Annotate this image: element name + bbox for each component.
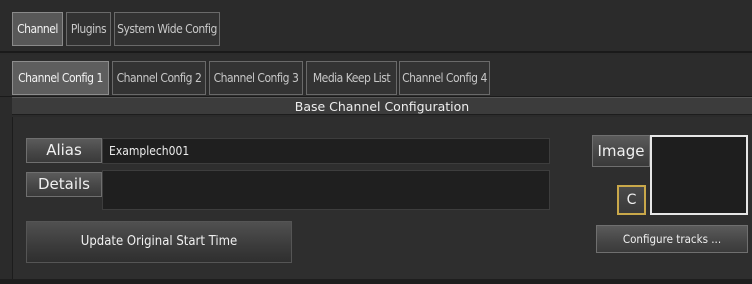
image-button[interactable]: Image [592, 135, 650, 167]
section-header: Base Channel Configuration [12, 97, 752, 115]
details-button[interactable]: Details [26, 172, 102, 197]
subtab-media-keep-list[interactable]: Media Keep List [306, 61, 397, 95]
update-original-start-time-button[interactable]: Update Original Start Time [26, 221, 292, 263]
subtab-channel-config-4[interactable]: Channel Config 4 [399, 61, 490, 95]
details-input[interactable] [102, 170, 550, 210]
subtab-channel-config-2[interactable]: Channel Config 2 [112, 61, 206, 95]
image-preview[interactable] [650, 135, 748, 215]
subtab-channel-config-1[interactable]: Channel Config 1 [12, 61, 109, 95]
alias-input[interactable]: Examplech001 [102, 138, 550, 164]
tab-plugins[interactable]: Plugins [66, 12, 111, 46]
section-title: Base Channel Configuration [294, 99, 470, 114]
subtab-channel-config-3[interactable]: Channel Config 3 [209, 61, 303, 95]
alias-button[interactable]: Alias [26, 138, 102, 163]
channel-config-tabs: Channel Config 1 Channel Config 2 Channe… [0, 61, 752, 95]
c-button[interactable]: C [617, 185, 646, 215]
tab-system-wide-config[interactable]: System Wide Config [114, 12, 220, 46]
main-tabs: Channel Plugins System Wide Config [0, 12, 752, 46]
configure-tracks-button[interactable]: Configure tracks ... [596, 225, 748, 253]
tab-channel[interactable]: Channel [12, 12, 63, 46]
bottom-edge [0, 279, 752, 284]
